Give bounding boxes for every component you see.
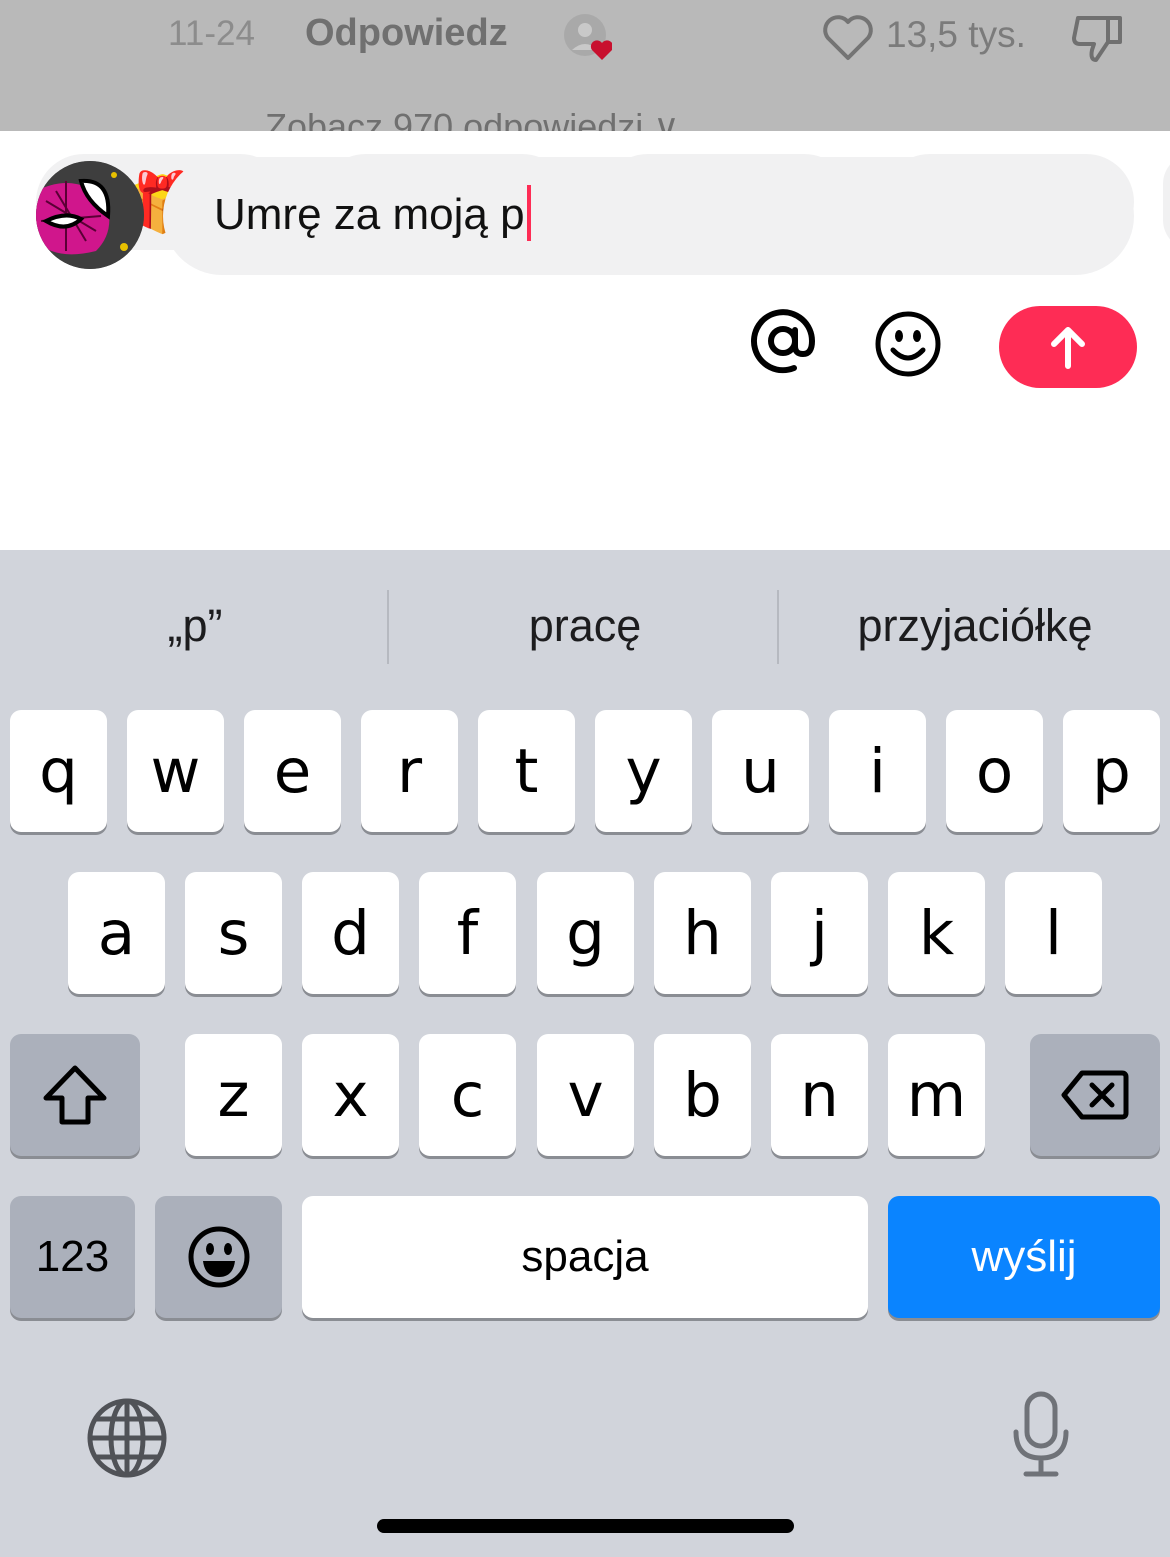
key-z[interactable]: z — [185, 1034, 282, 1156]
key-y[interactable]: y — [595, 710, 692, 832]
key-c[interactable]: c — [419, 1034, 516, 1156]
numbers-key[interactable]: 123 — [10, 1196, 135, 1318]
comment-input-value: Umrę za moją p — [214, 190, 525, 239]
comment-date: 11-24 — [168, 14, 255, 53]
shift-key[interactable] — [10, 1034, 140, 1156]
key-n[interactable]: n — [771, 1034, 868, 1156]
key-x[interactable]: x — [302, 1034, 399, 1156]
key-e[interactable]: e — [244, 710, 341, 832]
key-o[interactable]: o — [946, 710, 1043, 832]
space-key[interactable]: spacja — [302, 1196, 868, 1318]
key-m[interactable]: m — [888, 1034, 985, 1156]
backspace-icon — [1061, 1070, 1129, 1120]
key-u[interactable]: u — [712, 710, 809, 832]
suggestion-3[interactable]: przyjaciółkę — [825, 600, 1125, 652]
suggestion-divider — [777, 590, 779, 664]
key-s[interactable]: s — [185, 872, 282, 994]
key-l[interactable]: l — [1005, 872, 1102, 994]
emoji-face-icon — [188, 1226, 249, 1288]
key-v[interactable]: v — [537, 1034, 634, 1156]
key-j[interactable]: j — [771, 872, 868, 994]
suggestion-2[interactable]: pracę — [435, 600, 735, 652]
key-p[interactable]: p — [1063, 710, 1160, 832]
like-count: 13,5 tys. — [886, 14, 1026, 55]
send-comment-button[interactable] — [999, 306, 1137, 388]
key-t[interactable]: t — [478, 710, 575, 832]
home-indicator — [377, 1519, 794, 1533]
dislike-icon[interactable] — [1068, 12, 1126, 64]
text-caret — [526, 185, 531, 241]
reply-button[interactable]: Odpowiedz — [305, 12, 508, 55]
mention-at-icon[interactable] — [748, 306, 818, 376]
view-replies-link[interactable]: Zobacz 970 odpowiedzi ∨ — [265, 106, 680, 131]
suggestion-divider — [387, 590, 389, 664]
key-a[interactable]: a — [68, 872, 165, 994]
key-q[interactable]: q — [10, 710, 107, 832]
creator-liked-icon — [564, 14, 612, 60]
key-d[interactable]: d — [302, 872, 399, 994]
backspace-key[interactable] — [1030, 1034, 1160, 1156]
suggestion-1[interactable]: „p” — [45, 600, 345, 652]
globe-icon[interactable] — [86, 1397, 168, 1479]
shift-arrow-icon — [43, 1065, 107, 1125]
like-heart-icon[interactable] — [822, 14, 874, 62]
key-r[interactable]: r — [361, 710, 458, 832]
send-key[interactable]: wyślij — [888, 1196, 1160, 1318]
key-i[interactable]: i — [829, 710, 926, 832]
emoji-keyboard-key[interactable] — [155, 1196, 282, 1318]
avatar — [36, 161, 144, 269]
key-k[interactable]: k — [888, 872, 985, 994]
key-w[interactable]: w — [127, 710, 224, 832]
key-g[interactable]: g — [537, 872, 634, 994]
comment-input-text: Umrę za moją p — [214, 185, 531, 241]
quick-emoji-more[interactable] — [1163, 154, 1170, 250]
emoji-picker-icon[interactable] — [874, 310, 942, 378]
arrow-up-icon — [1051, 327, 1085, 369]
key-b[interactable]: b — [654, 1034, 751, 1156]
comment-strip: 11-24 Odpowiedz 13,5 tys. Zobacz 970 odp… — [0, 0, 1170, 131]
key-f[interactable]: f — [419, 872, 516, 994]
avatar-image — [36, 161, 144, 269]
key-h[interactable]: h — [654, 872, 751, 994]
microphone-icon[interactable] — [1010, 1390, 1072, 1480]
